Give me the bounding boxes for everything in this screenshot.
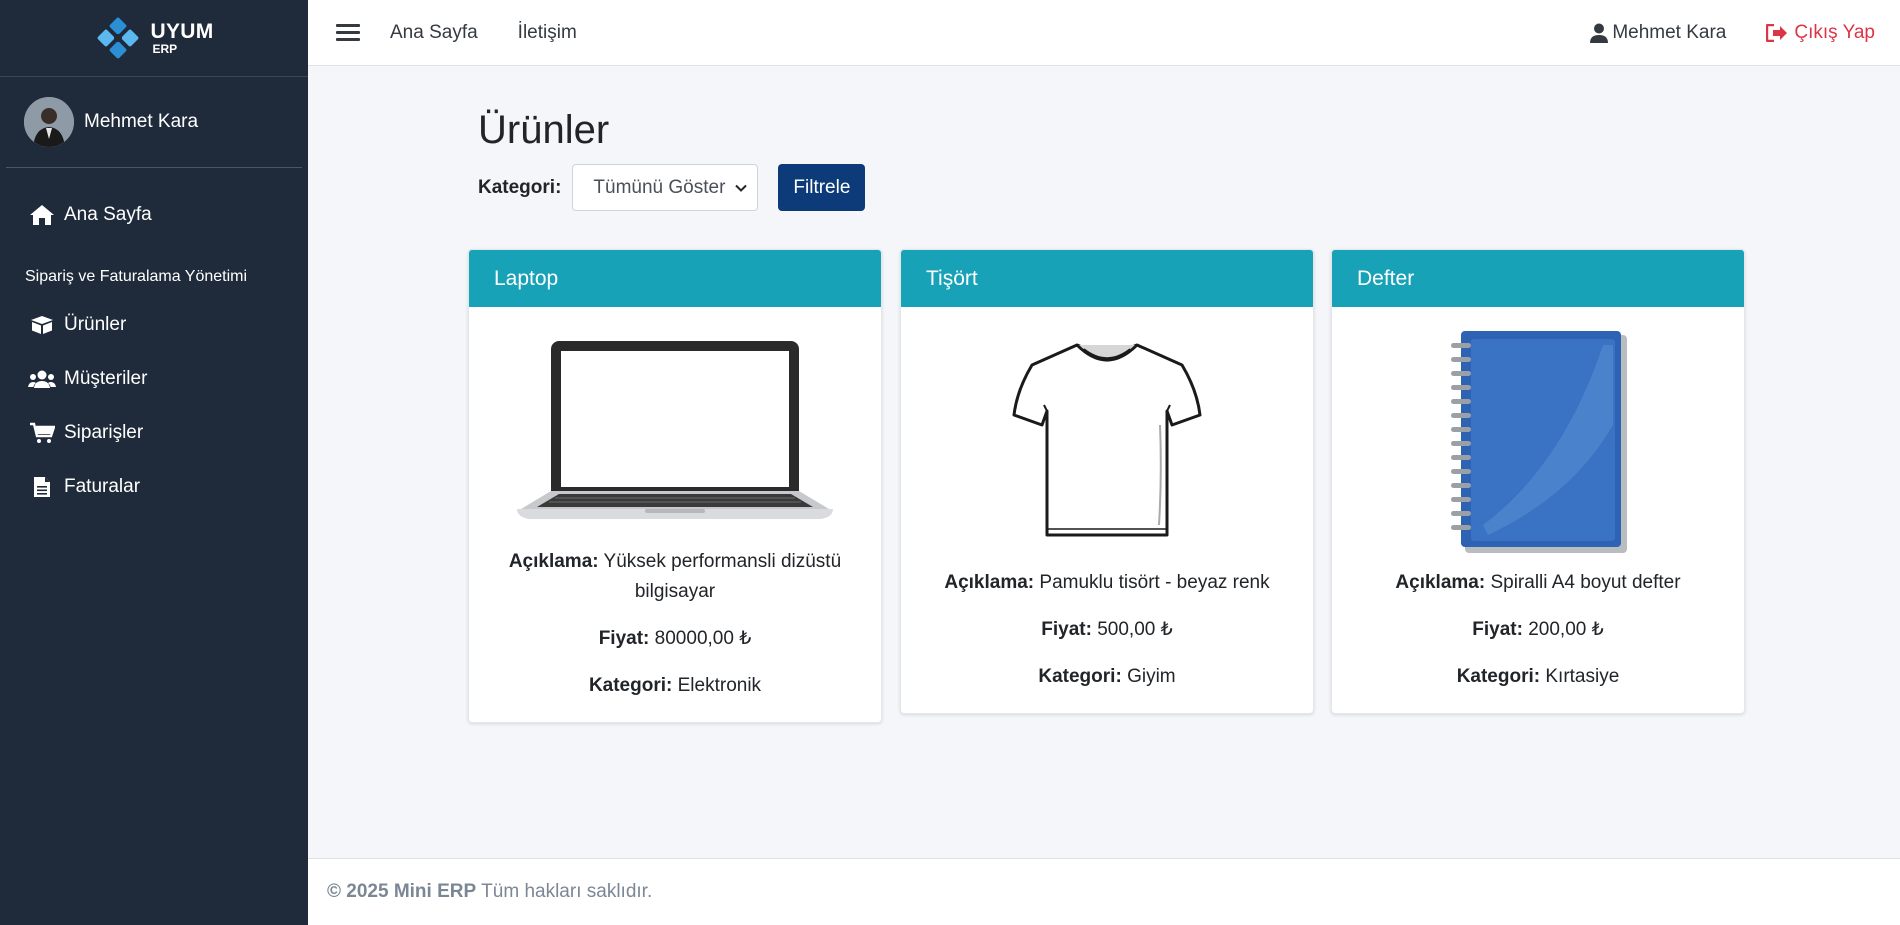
sidebar-item-label: Faturalar (64, 476, 141, 497)
product-price: Fiyat: 500,00 ₺ (931, 618, 1283, 641)
nav-link-home[interactable]: Ana Sayfa (390, 22, 478, 44)
brand-logo[interactable]: UYUM ERP (0, 0, 308, 77)
product-card: Tişört Açıklama: Pamuklu tisört - beyaz … (900, 249, 1314, 714)
sidebar-item-label: Siparişler (64, 422, 144, 443)
sidebar-item-label: Ana Sayfa (64, 204, 152, 225)
description-label: Açıklama: (1395, 572, 1486, 593)
logout-label: Çıkış Yap (1794, 22, 1875, 43)
price-value: 200,00 ₺ (1528, 619, 1604, 640)
category-value: Giyim (1127, 666, 1176, 687)
category-value: Kırtasiye (1545, 666, 1620, 687)
sidebar-item-orders[interactable]: Siparişler (0, 406, 308, 460)
filter-label: Kategori: (478, 176, 562, 198)
sidebar-section-header: Sipariş ve Faturalama Yönetimi (25, 268, 248, 285)
logout-button[interactable]: Çıkış Yap (1766, 22, 1875, 44)
description-value: Yüksek performansli dizüstü bilgisayar (603, 551, 842, 602)
user-icon (1590, 23, 1609, 43)
avatar (24, 97, 74, 147)
category-value: Elektronik (677, 675, 762, 696)
sidebar: UYUM ERP Mehmet Kara Ana Sayfa Sipariş v… (0, 0, 308, 925)
sidebar-item-customers[interactable]: Müşteriler (0, 352, 308, 406)
product-description: Açıklama: Pamuklu tisört - beyaz renk (931, 568, 1283, 598)
page-title: Ürünler (478, 108, 610, 152)
invoice-icon (28, 475, 56, 499)
footer-rights: Tüm hakları saklıdır. (481, 881, 653, 902)
laptop-image (499, 307, 851, 547)
price-label: Fiyat: (1041, 619, 1092, 640)
menu-toggle-icon[interactable] (336, 20, 360, 45)
sidebar-item-label: Ürünler (64, 314, 127, 335)
product-category: Kategori: Elektronik (499, 675, 851, 697)
card-title: Defter (1332, 250, 1744, 307)
price-label: Fiyat: (1472, 619, 1523, 640)
price-label: Fiyat: (598, 628, 650, 649)
brand-sub: ERP (152, 42, 178, 56)
product-card: Defter Açıklama: Spiralli A4 boyut defte… (1331, 249, 1745, 714)
sign-out-icon (1766, 24, 1788, 42)
box-icon (28, 313, 56, 337)
description-label: Açıklama: (944, 572, 1035, 593)
main-content: Ürünler Kategori: Tümünü Göster Filtrele… (308, 66, 1900, 858)
category-label: Kategori: (1456, 666, 1541, 687)
product-category: Kategori: Giyim (931, 666, 1283, 688)
sidebar-item-label: Müşteriler (64, 368, 148, 389)
sidebar-nav: Ana Sayfa Sipariş ve Faturalama Yönetimi… (0, 168, 308, 514)
footer-copyright: © 2025 Mini ERP (327, 881, 477, 902)
topbar-user-name: Mehmet Kara (1612, 22, 1727, 43)
category-filter: Kategori: Tümünü Göster Filtrele (478, 164, 866, 211)
sidebar-item-products[interactable]: Ürünler (0, 298, 308, 352)
topbar-user[interactable]: Mehmet Kara (1590, 22, 1726, 44)
filter-button[interactable]: Filtrele (778, 164, 866, 211)
card-title: Tişört (901, 250, 1313, 307)
cart-icon (28, 421, 56, 445)
description-value: Spiralli A4 boyut defter (1490, 572, 1681, 593)
home-icon (28, 203, 56, 227)
users-icon (28, 367, 56, 391)
product-price: Fiyat: 80000,00 ₺ (499, 627, 851, 650)
footer: © 2025 Mini ERP Tüm hakları saklıdır. (308, 858, 1900, 925)
sidebar-item-invoices[interactable]: Faturalar (0, 460, 308, 514)
brand-name: UYUM (150, 20, 214, 43)
tshirt-image (931, 307, 1283, 568)
category-select[interactable]: Tümünü Göster (572, 164, 759, 211)
product-card: Laptop Açıklama: Yüksek performansli diz… (468, 249, 882, 723)
card-title: Laptop (469, 250, 881, 307)
product-category: Kategori: Kırtasiye (1362, 666, 1714, 688)
category-label: Kategori: (1038, 666, 1122, 687)
sidebar-user-panel[interactable]: Mehmet Kara (6, 77, 302, 168)
price-value: 500,00 ₺ (1097, 619, 1173, 640)
nav-link-contact[interactable]: İletişim (518, 22, 577, 44)
sidebar-user-name: Mehmet Kara (84, 111, 199, 132)
topbar: Ana Sayfa İletişim Mehmet Kara Çıkış Yap (308, 0, 1900, 66)
category-select-value: Tümünü Göster (593, 176, 726, 198)
description-value: Pamuklu tisört - beyaz renk (1039, 572, 1270, 593)
sidebar-item-home[interactable]: Ana Sayfa (0, 188, 308, 242)
uyum-logo-icon (98, 17, 139, 59)
notebook-image (1362, 307, 1714, 568)
product-description: Açıklama: Yüksek performansli dizüstü bi… (499, 547, 851, 607)
product-description: Açıklama: Spiralli A4 boyut defter (1362, 568, 1714, 598)
price-value: 80000,00 ₺ (654, 628, 752, 649)
description-label: Açıklama: (508, 551, 599, 572)
category-label: Kategori: (588, 675, 673, 696)
chevron-down-icon (735, 184, 748, 192)
product-price: Fiyat: 200,00 ₺ (1362, 618, 1714, 641)
